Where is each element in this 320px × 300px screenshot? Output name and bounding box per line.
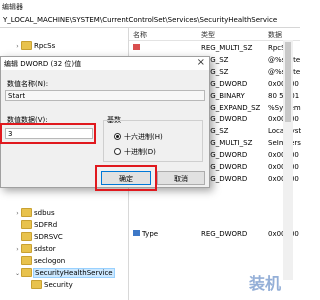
edit-dword-dialog: 编辑 DWORD (32 位)值 × 数值名称(N): Start 数值数据(V…	[0, 56, 210, 191]
close-icon[interactable]: ×	[197, 57, 205, 69]
hex-radio[interactable]	[114, 133, 121, 140]
tree-item-rpcss[interactable]: › RpcSs	[14, 40, 55, 52]
value-name-field: Start	[5, 90, 205, 101]
folder-icon	[21, 255, 32, 265]
folder-icon	[21, 219, 32, 229]
dialog-title: 编辑 DWORD (32 位)值	[4, 60, 82, 68]
tree-item-sdbus[interactable]: › sdbus	[14, 207, 55, 219]
window-title: 编辑器	[2, 3, 23, 11]
folder-icon	[21, 40, 32, 50]
ok-button-highlight	[95, 165, 157, 191]
scrollbar-thumb[interactable]	[285, 42, 291, 122]
value-data-highlight	[0, 123, 96, 144]
folder-icon	[21, 207, 32, 217]
tree-item-security[interactable]: Security	[24, 279, 73, 291]
tree-item-securityhealthservice[interactable]: ⌄ SecurityHealthService	[14, 267, 115, 280]
folder-icon	[21, 267, 32, 277]
address-bar[interactable]: Y_LOCAL_MACHINE\SYSTEM\CurrentControlSet…	[0, 13, 300, 28]
hex-radio-label[interactable]: 十六进制(H)	[124, 132, 163, 142]
expand-arrow-icon[interactable]: ›	[14, 41, 21, 53]
value-row-type[interactable]: Type	[133, 229, 158, 240]
window-title-bar: 编辑器	[0, 0, 300, 14]
tree-item-sdfrd[interactable]: SDFRd	[14, 219, 57, 231]
column-name[interactable]: 名称	[133, 30, 147, 40]
cancel-button[interactable]: 取消	[157, 171, 205, 185]
tree-item-seclogon[interactable]: seclogon	[14, 255, 65, 267]
dword-value-icon	[133, 230, 140, 236]
dialog-title-bar: 编辑 DWORD (32 位)值 ×	[1, 57, 209, 70]
value-row-icon[interactable]	[133, 43, 142, 54]
value-row-type-type: REG_DWORD	[201, 230, 248, 238]
value-name-label: 数值名称(N):	[7, 80, 49, 88]
column-type[interactable]: 类型	[201, 30, 215, 40]
decimal-radio[interactable]	[114, 148, 121, 155]
folder-icon	[21, 243, 32, 253]
column-data[interactable]: 数据	[268, 30, 282, 40]
value-row-type: REG_MULTI_SZ	[201, 44, 253, 52]
tree-item-sdstor[interactable]: › sdstor	[14, 243, 56, 255]
values-header: 名称 类型 数据	[129, 28, 300, 41]
address-path: Y_LOCAL_MACHINE\SYSTEM\CurrentControlSet…	[3, 16, 278, 24]
folder-icon	[31, 279, 42, 289]
decimal-radio-label[interactable]: 十进制(D)	[124, 147, 156, 157]
collapse-arrow-icon[interactable]: ⌄	[14, 268, 21, 280]
string-value-icon	[133, 44, 140, 50]
tree-item-sdrsvc[interactable]: SDRSVC	[14, 231, 63, 243]
watermark-logo: 装机	[249, 274, 282, 293]
folder-icon	[21, 231, 32, 241]
